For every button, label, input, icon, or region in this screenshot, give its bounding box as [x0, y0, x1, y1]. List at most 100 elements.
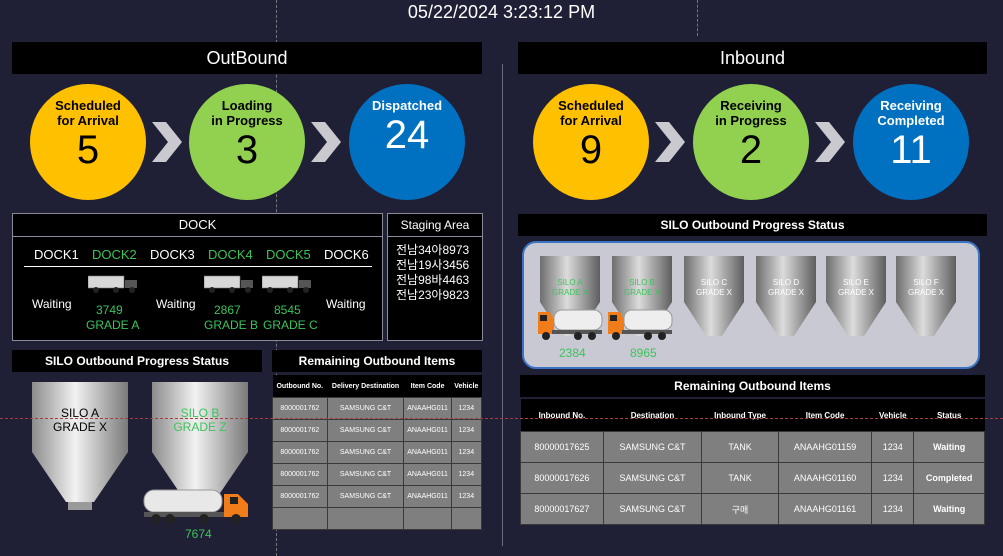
- table-cell: 구매: [701, 493, 779, 525]
- table-cell: SAMSUNG C&T: [326, 441, 405, 464]
- table-cell: SAMSUNG C&T: [326, 397, 405, 420]
- table-cell: SAMSUNG C&T: [326, 419, 405, 442]
- chevron-right-icon: [152, 122, 182, 162]
- dock-panel: DOCK: [12, 213, 383, 341]
- stage-label: Scheduled: [558, 98, 624, 113]
- table-cell: ANAAHG01161: [777, 493, 873, 525]
- table-cell: [326, 507, 405, 530]
- outbound-remaining-table: Outbound No. Delivery Destination Item C…: [272, 375, 483, 530]
- table-cell: ANAAHG01160: [777, 462, 873, 494]
- dock-load-grade: GRADE B: [204, 318, 259, 332]
- dock-load-number: 3749: [96, 303, 123, 317]
- stage-label: in Progress: [715, 113, 787, 128]
- table-cell: ANAAHG011: [403, 397, 452, 420]
- table-cell: 1234: [871, 493, 915, 525]
- tanker-truck-icon: [143, 489, 248, 524]
- silo-name: SILO B: [629, 278, 655, 287]
- dock-label: DOCK5: [266, 247, 311, 262]
- silo-grade: GRADE X: [837, 288, 874, 297]
- stage-label: Loading: [221, 98, 273, 113]
- column-header: Inbound Type: [701, 399, 779, 432]
- silo-name: SILO F: [913, 278, 939, 287]
- table-cell: 8000001762: [272, 485, 328, 508]
- silo-grade: GRADE X: [52, 420, 107, 434]
- table-row[interactable]: 80000017626 SAMSUNG C&T TANK ANAAHG01160…: [520, 462, 985, 494]
- inbound-receiving-circle: Receiving in Progress 2: [693, 84, 809, 200]
- dock-waiting-label: Waiting: [32, 297, 72, 311]
- column-header: Vehicle: [451, 375, 482, 398]
- status-badge: Completed: [913, 462, 985, 494]
- stage-label: Dispatched: [371, 98, 443, 113]
- table-row[interactable]: 8000001762 SAMSUNG C&T ANAAHG011 1234: [272, 463, 483, 486]
- silo-grade: GRADE X: [695, 288, 732, 297]
- table-row[interactable]: 80000017625 SAMSUNG C&T TANK ANAAHG01159…: [520, 431, 985, 463]
- dock-load-grade: GRADE C: [263, 318, 318, 332]
- stage-count: 2: [739, 128, 763, 172]
- table-row[interactable]: 8000001762 SAMSUNG C&T ANAAHG011 1234: [272, 441, 483, 464]
- outbound-scheduled-circle: Scheduled for Arrival 5: [30, 84, 146, 200]
- stage-label: Receiving: [720, 98, 782, 113]
- dock-load-number: 8545: [274, 303, 301, 317]
- table-cell: TANK: [701, 431, 779, 463]
- staging-title: Staging Area: [388, 214, 482, 237]
- table-row[interactable]: 8000001762 SAMSUNG C&T ANAAHG011 1234: [272, 419, 483, 442]
- outbound-remaining-title: Remaining Outbound Items: [272, 350, 482, 372]
- stage-count: 24: [384, 113, 430, 157]
- staging-plate: 전남19사3456: [396, 258, 470, 272]
- staging-panel: Staging Area 전남34아8973 전남19사3456 전남98바44…: [387, 213, 483, 341]
- table-row[interactable]: 8000001762 SAMSUNG C&T ANAAHG011 1234: [272, 397, 483, 420]
- dock-label: DOCK1: [34, 247, 79, 262]
- silo-e-icon: [826, 256, 886, 336]
- table-cell: SAMSUNG C&T: [602, 462, 703, 494]
- silo-name: SILO C: [700, 278, 728, 287]
- inbound-remaining-title: Remaining Outbound Items: [520, 375, 985, 397]
- table-cell: 1234: [871, 431, 915, 463]
- outbound-loading-circle: Loading in Progress 3: [189, 84, 305, 200]
- table-cell: SAMSUNG C&T: [602, 493, 703, 525]
- silo-grade: GRADE X: [767, 288, 804, 297]
- column-header: Item Code: [403, 375, 452, 398]
- inbound-silo-status-title: SILO Outbound Progress Status: [518, 214, 987, 236]
- stage-count: 11: [890, 128, 932, 172]
- silo-grade: GRADE X: [623, 288, 660, 297]
- dock-title: DOCK: [13, 214, 382, 237]
- stage-label: Completed: [877, 113, 945, 128]
- table-cell: 8000001762: [272, 441, 328, 464]
- table-cell: TANK: [701, 462, 779, 494]
- table-row[interactable]: 8000001762 SAMSUNG C&T ANAAHG011 1234: [272, 485, 483, 508]
- truck-number: 7674: [185, 527, 212, 541]
- section-divider: [502, 64, 503, 546]
- silo-a-icon: [32, 382, 128, 510]
- chevron-right-icon: [311, 122, 341, 162]
- inbound-scheduled-circle: Scheduled for Arrival 9: [533, 84, 649, 200]
- dock-label: DOCK6: [324, 247, 369, 262]
- dock-load-grade: GRADE A: [86, 318, 140, 332]
- dock-load-number: 2867: [214, 303, 241, 317]
- silo-name: SILO E: [843, 278, 869, 287]
- table-cell: 1234: [450, 463, 483, 486]
- silo-d-icon: [756, 256, 816, 336]
- datetime-display: 05/22/2024 3:23:12 PM: [407, 2, 596, 22]
- table-cell: 1234: [450, 485, 483, 508]
- stage-label: for Arrival: [560, 113, 622, 128]
- truck-number: 8965: [630, 346, 657, 360]
- column-header: Inbound No.: [520, 399, 604, 432]
- table-cell: ANAAHG01159: [777, 431, 873, 463]
- table-row[interactable]: [272, 507, 483, 530]
- stage-label: Scheduled: [55, 98, 121, 113]
- stage-label: Receiving: [880, 98, 942, 113]
- table-cell: 80000017626: [520, 462, 604, 494]
- staging-plate: 전남34아8973: [396, 243, 470, 257]
- stage-label: in Progress: [211, 113, 283, 128]
- table-row[interactable]: 80000017627 SAMSUNG C&T 구매 ANAAHG01161 1…: [520, 493, 985, 525]
- column-header: Outbound No.: [272, 375, 328, 398]
- stage-count: 3: [235, 128, 259, 172]
- table-cell: ANAAHG011: [403, 463, 452, 486]
- table-cell: 1234: [450, 441, 483, 464]
- table-cell: 1234: [871, 462, 915, 494]
- truck-icon: [262, 275, 311, 293]
- outbound-dispatched-circle: Dispatched 24: [349, 84, 465, 200]
- status-badge: Waiting: [913, 431, 985, 463]
- silo-grade: GRADE X: [551, 288, 588, 297]
- dock-label: DOCK4: [208, 247, 253, 262]
